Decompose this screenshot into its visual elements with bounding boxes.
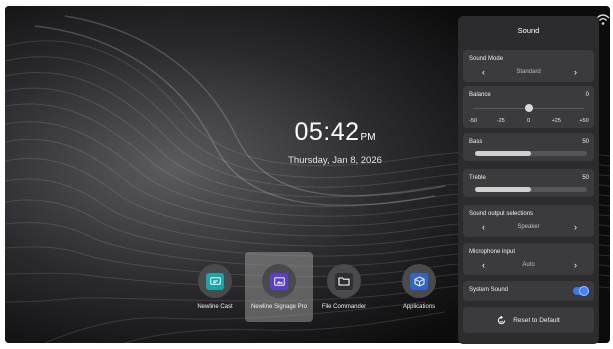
treble-label: Treble: [469, 175, 486, 181]
sound-mode-label: Sound Mode: [469, 56, 504, 62]
app-file-commander[interactable]: File Commander: [310, 252, 378, 322]
microphone-card: Microphone input ‹ Auto ›: [463, 243, 594, 275]
app-newline-signage-pro[interactable]: Newline Signage Pro: [245, 252, 313, 322]
sound-output-label: Sound output selections: [469, 211, 534, 217]
bass-label: Bass: [469, 139, 483, 145]
reset-row: Reset to Default: [463, 307, 594, 333]
clock-ampm: PM: [360, 132, 376, 143]
chevron-right-icon[interactable]: ›: [574, 222, 577, 232]
balance-tick-label: -50: [469, 118, 477, 124]
apps-cube-icon: [410, 272, 428, 290]
sound-mode-card: Sound Mode ‹ Standard ›: [463, 50, 594, 82]
system-sound-toggle[interactable]: [573, 286, 589, 296]
balance-card: Balance 0 -50 -25 0 +25 +50: [463, 86, 594, 128]
balance-label: Balance: [469, 92, 491, 98]
system-sound-card: System Sound: [463, 281, 594, 301]
chevron-right-icon[interactable]: ›: [574, 260, 577, 270]
sound-settings-panel: Sound Sound Mode ‹ Standard › Balance 0 …: [458, 16, 599, 344]
chevron-right-icon[interactable]: ›: [574, 67, 577, 77]
treble-slider[interactable]: [475, 187, 587, 192]
folder-icon: [335, 272, 353, 290]
balance-tick-label: +25: [551, 118, 561, 124]
app-icon-circle: [262, 264, 296, 298]
cast-icon: [206, 272, 224, 290]
bass-card: Bass 50: [463, 133, 594, 161]
treble-slider-fill: [475, 187, 531, 192]
app-icon-circle: [402, 264, 436, 298]
clock-widget: 05:42PM Thursday, Jan 8, 2026: [275, 118, 395, 166]
toggle-knob: [579, 286, 589, 296]
sound-output-selector: ‹ Speaker ›: [463, 222, 594, 233]
app-label: Applications: [402, 304, 436, 310]
app-icon-circle: [198, 264, 232, 298]
bass-slider-fill: [475, 151, 531, 156]
balance-value: 0: [585, 92, 589, 98]
reset-icon: [498, 315, 506, 324]
balance-tick-label: 0: [526, 118, 531, 124]
clock-date: Thursday, Jan 8, 2026: [288, 155, 382, 166]
clock-time: 05:42: [294, 118, 360, 146]
signage-icon: [270, 272, 288, 290]
treble-value: 50: [582, 175, 589, 181]
system-sound-label: System Sound: [469, 287, 509, 293]
reset-button[interactable]: Reset to Default: [463, 307, 594, 333]
app-icon-circle: [327, 264, 361, 298]
microphone-label: Microphone input: [469, 249, 516, 255]
reset-label: Reset to Default: [513, 316, 560, 324]
treble-card: Treble 50: [463, 169, 594, 197]
app-applications[interactable]: Applications: [385, 252, 453, 322]
microphone-selector: ‹ Auto ›: [463, 260, 594, 271]
balance-slider-knob[interactable]: [524, 104, 533, 112]
sound-output-card: Sound output selections ‹ Speaker ›: [463, 205, 594, 237]
bass-value: 50: [582, 139, 589, 145]
app-newline-cast[interactable]: Newline Cast: [181, 252, 249, 322]
bass-slider[interactable]: [475, 151, 587, 156]
balance-tick-label: -25: [496, 118, 505, 124]
panel-title: Sound: [517, 26, 540, 35]
sound-mode-selector: ‹ Standard ›: [463, 67, 594, 78]
balance-tick-label: +50: [579, 118, 589, 124]
